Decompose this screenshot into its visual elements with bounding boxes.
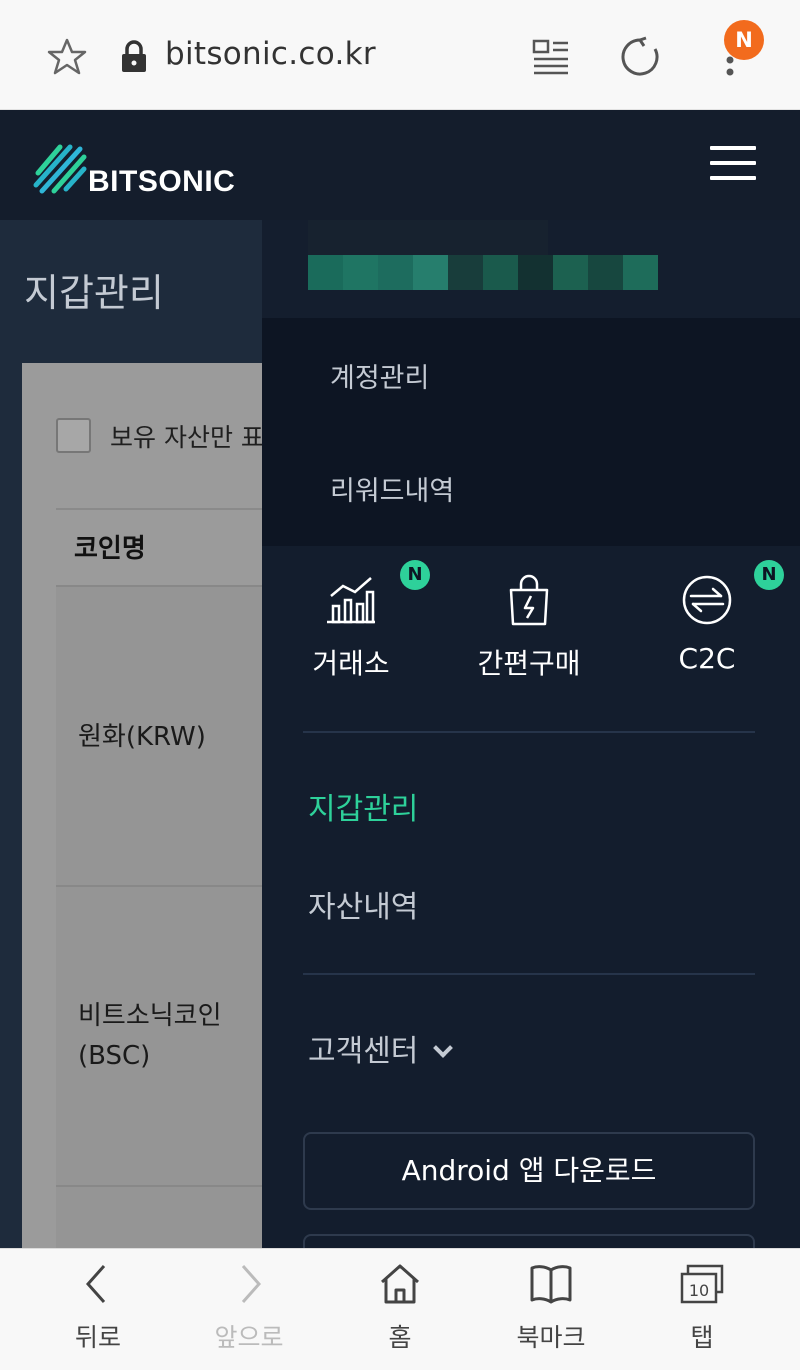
tabs-icon: 10 [680, 1264, 724, 1304]
account-submenu [262, 318, 800, 546]
table-top-divider [56, 508, 276, 510]
exchange-chart-icon [327, 577, 375, 624]
nav-bookmark-button[interactable]: 북마크 [501, 1262, 601, 1354]
chevron-down-icon [433, 1038, 454, 1058]
submenu-account-settings[interactable]: 계정관리 [330, 356, 429, 395]
coin-name-column-header: 코인명 [74, 534, 146, 564]
nav-back-label: 뒤로 [74, 1323, 121, 1352]
reader-mode-icon[interactable] [530, 38, 570, 76]
nav-home-label: 홈 [388, 1323, 412, 1352]
nav-tabs-button[interactable]: 10 탭 [652, 1262, 752, 1354]
android-app-download-button[interactable]: Android 앱 다운로드 [303, 1132, 755, 1210]
quick-link-easy-buy-label: 간편구매 [477, 647, 581, 680]
bitsonic-logo-text[interactable]: BITSONIC [88, 165, 235, 199]
quick-link-exchange-label: 거래소 [312, 647, 390, 680]
bookmark-star-icon[interactable] [46, 36, 88, 78]
menu-item-customer-center[interactable]: 고객센터 [308, 1026, 454, 1070]
menu-divider [303, 973, 755, 975]
nav-forward-label: 앞으로 [214, 1323, 284, 1352]
menu-divider [303, 731, 755, 733]
nav-tabs-label: 탭 [690, 1323, 714, 1352]
customer-center-label: 고객센터 [308, 1034, 419, 1069]
nav-forward-button[interactable]: 앞으로 [199, 1262, 299, 1354]
lock-icon [122, 40, 146, 72]
quick-link-easy-buy[interactable]: 간편구매 [459, 572, 599, 682]
holdings-only-label: 보유 자산만 표 [110, 423, 264, 452]
redacted-user-name-top [308, 220, 548, 255]
table-row[interactable] [56, 885, 276, 1185]
quick-link-c2c-label: C2C [678, 642, 736, 675]
reload-icon[interactable] [618, 35, 662, 79]
bookmark-icon [530, 1265, 572, 1304]
menu-item-wallet[interactable]: 지갑관리 [308, 784, 418, 828]
holdings-only-checkbox[interactable] [56, 418, 91, 453]
tab-count: 10 [689, 1281, 709, 1300]
forward-arrow-icon [241, 1265, 262, 1303]
coin-name-krw: 원화(KRW) [78, 722, 206, 752]
nav-bookmark-label: 북마크 [516, 1323, 586, 1352]
home-icon [381, 1264, 419, 1304]
hamburger-menu-icon[interactable] [710, 146, 756, 180]
page-title: 지갑관리 [24, 271, 164, 315]
back-arrow-icon [85, 1265, 106, 1303]
quick-link-c2c[interactable]: C2C [637, 572, 777, 675]
url-text[interactable]: bitsonic.co.kr [165, 36, 376, 72]
redacted-user-id [308, 255, 658, 290]
new-badge-c2c: N [754, 560, 784, 590]
quick-link-exchange[interactable]: 거래소 [281, 572, 421, 682]
nav-home-button[interactable]: 홈 [350, 1262, 450, 1354]
submenu-reward-history[interactable]: 리워드내역 [330, 469, 454, 508]
nav-back-button[interactable]: 뒤로 [48, 1262, 148, 1354]
notification-badge[interactable]: N [724, 20, 764, 60]
bitsonic-logo-icon[interactable] [30, 135, 92, 197]
c2c-swap-icon [682, 575, 732, 625]
shopping-bag-icon [509, 574, 549, 626]
new-badge-exchange: N [400, 560, 430, 590]
coin-name-bsc-line2: (BSC) [78, 1041, 151, 1071]
coin-name-bsc-line1: 비트소닉코인 [78, 1001, 222, 1031]
browser-address-bar: bitsonic.co.kr N [0, 0, 800, 110]
table-row[interactable] [56, 1185, 276, 1255]
menu-item-asset-history[interactable]: 자산내역 [308, 882, 418, 926]
